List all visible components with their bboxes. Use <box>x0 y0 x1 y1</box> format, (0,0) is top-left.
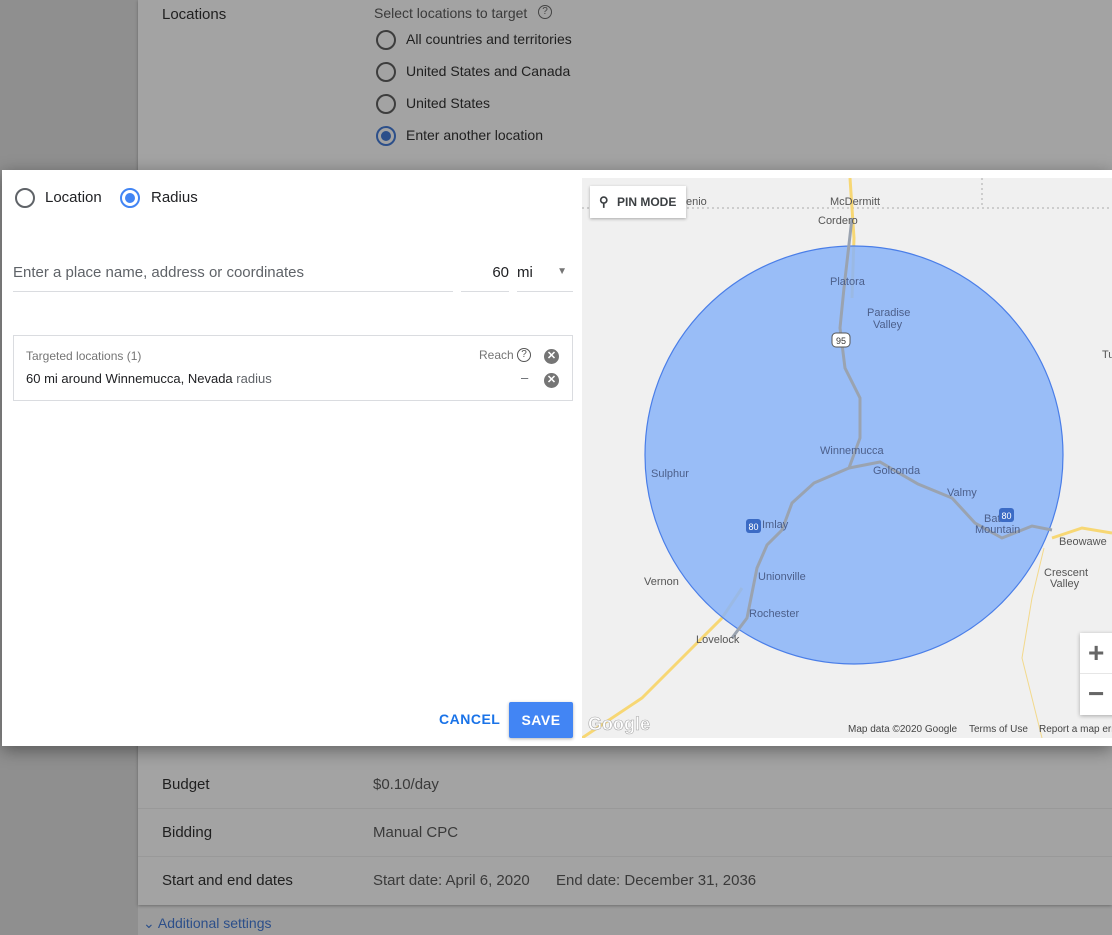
place-label: Cordero <box>818 215 858 227</box>
radio-us[interactable] <box>376 94 396 114</box>
remove-all-icon[interactable]: ✕ <box>544 349 559 364</box>
targeted-header: Targeted locations (1) <box>26 349 142 363</box>
save-button[interactable]: SAVE <box>509 702 573 738</box>
additional-settings-toggle[interactable]: ⌄ Additional settings <box>143 915 272 932</box>
place-search-input[interactable]: Enter a place name, address or coordinat… <box>13 264 453 292</box>
help-icon[interactable]: ? <box>517 348 531 362</box>
locations-label: Locations <box>162 6 227 23</box>
start-date[interactable]: Start date: April 6, 2020 <box>373 872 530 889</box>
select-locations-label: Select locations to target <box>374 5 528 21</box>
map-canvas: McDermitt Cordero Platora Paradise Valle… <box>582 178 1112 738</box>
end-date[interactable]: End date: December 31, 2036 <box>556 872 756 889</box>
dropdown-arrow-icon: ▼ <box>557 266 567 277</box>
pin-icon: ⚲ <box>599 194 609 209</box>
zoom-out-button[interactable]: − <box>1080 674 1112 715</box>
zoom-controls: + − <box>1080 633 1112 715</box>
divider <box>138 808 1112 809</box>
option-label: Enter another location <box>406 127 543 143</box>
target-reach: – <box>521 370 529 385</box>
bidding-label: Bidding <box>162 824 213 841</box>
dates-label: Start and end dates <box>162 872 293 889</box>
report-map-error-link[interactable]: Report a map error <box>1039 724 1112 735</box>
google-logo: Google <box>588 714 650 734</box>
pin-mode-label: PIN MODE <box>617 195 677 209</box>
radius-value-input[interactable]: 60 <box>461 264 509 292</box>
target-item-name: 60 mi around Winnemucca, Nevada <box>26 371 233 386</box>
location-dialog: Location Radius Enter a place name, addr… <box>2 170 1112 746</box>
radio-radius[interactable] <box>120 188 140 208</box>
remove-target-icon[interactable]: ✕ <box>544 373 559 388</box>
place-label: Paradise <box>867 307 910 319</box>
place-label: Beowawe <box>1059 536 1107 548</box>
place-label: Tu <box>1102 349 1112 361</box>
place-label: Golconda <box>873 465 921 477</box>
radio-location[interactable] <box>15 188 35 208</box>
option-label: United States and Canada <box>406 63 571 79</box>
pin-mode-button[interactable]: ⚲ PIN MODE <box>590 186 686 218</box>
place-label: enio <box>686 196 707 208</box>
place-label: Lovelock <box>696 634 740 646</box>
shield-label: 80 <box>748 522 758 532</box>
place-label: Valmy <box>947 487 977 499</box>
radio-radius-label: Radius <box>151 189 198 206</box>
radio-us-canada[interactable] <box>376 62 396 82</box>
place-label: Sulphur <box>651 468 689 480</box>
help-icon[interactable]: ? <box>538 5 552 19</box>
road <box>1021 547 1045 738</box>
divider <box>138 856 1112 857</box>
target-item: 60 mi around Winnemucca, Nevada radius <box>26 371 272 386</box>
terms-link[interactable]: Terms of Use <box>969 724 1028 735</box>
place-label: McDermitt <box>830 196 880 208</box>
place-label: Valley <box>1050 578 1080 590</box>
reach-label: Reach <box>479 348 514 362</box>
place-label: Rochester <box>749 608 799 620</box>
target-item-type: radius <box>236 371 272 386</box>
additional-settings-label: Additional settings <box>157 915 272 931</box>
place-label: Imlay <box>762 519 789 531</box>
place-label: Platora <box>830 276 866 288</box>
place-label: Unionville <box>758 571 806 583</box>
targeted-locations-panel: Targeted locations (1) Reach ? ✕ 60 mi a… <box>13 335 573 401</box>
radio-another-location[interactable] <box>376 126 396 146</box>
place-label: Vernon <box>644 576 679 588</box>
option-label: United States <box>406 95 491 111</box>
budget-value[interactable]: $0.10/day <box>373 776 439 793</box>
option-label: All countries and territories <box>406 31 572 47</box>
shield-label: 95 <box>836 336 846 346</box>
place-label: Valley <box>873 319 903 331</box>
radius-unit-select[interactable]: mi ▼ <box>517 264 573 292</box>
cancel-button[interactable]: CANCEL <box>439 711 500 727</box>
radio-location-label: Location <box>45 189 102 206</box>
radio-all-countries[interactable] <box>376 30 396 50</box>
place-label: Winnemucca <box>820 445 884 457</box>
zoom-in-button[interactable]: + <box>1080 633 1112 674</box>
map[interactable]: McDermitt Cordero Platora Paradise Valle… <box>582 178 1112 738</box>
chevron-down-icon: ⌄ <box>143 915 155 931</box>
place-label: Mountain <box>975 524 1020 536</box>
shield-label: 80 <box>1001 511 1011 521</box>
bidding-value[interactable]: Manual CPC <box>373 824 458 841</box>
budget-label: Budget <box>162 776 210 793</box>
radius-unit-value: mi <box>517 264 533 281</box>
map-data-attribution: Map data ©2020 Google <box>848 724 958 735</box>
